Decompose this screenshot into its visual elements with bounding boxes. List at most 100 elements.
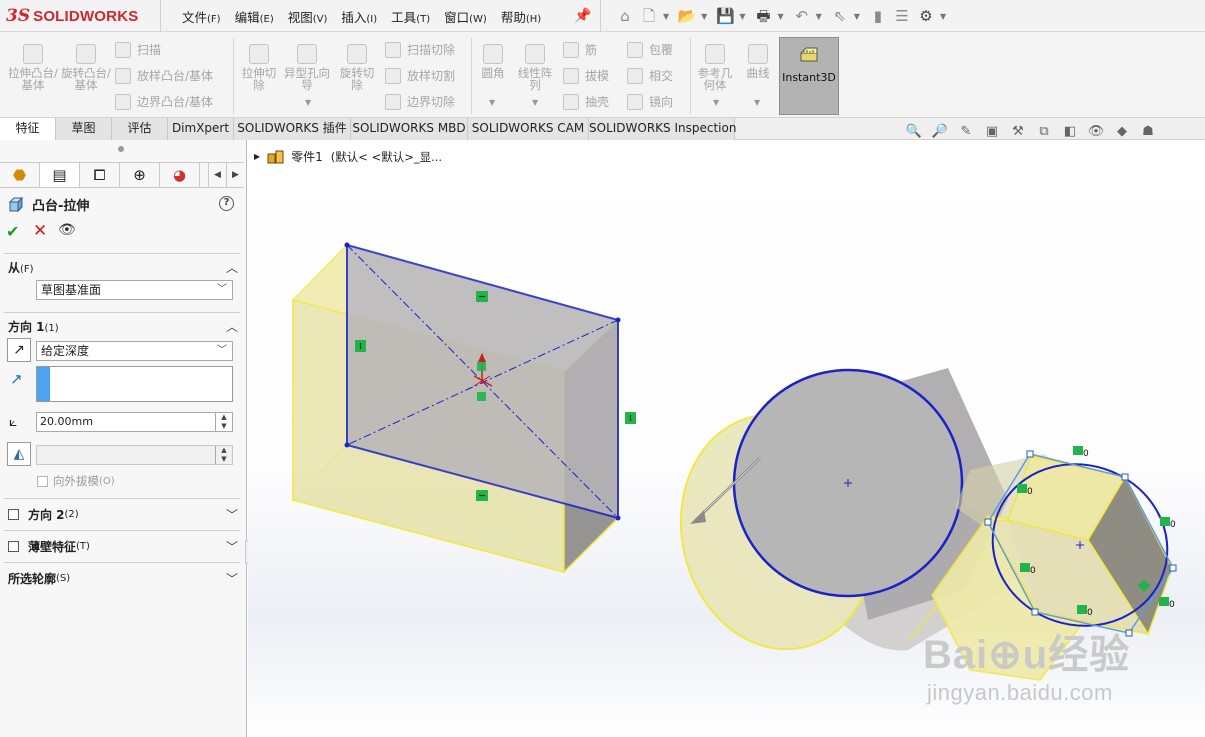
- chevron-down-icon[interactable]: ▼: [713, 98, 719, 107]
- chevron-down-icon[interactable]: ▼: [854, 12, 860, 21]
- draft-button[interactable]: 拔模: [563, 67, 609, 84]
- expand-icon[interactable]: ﹀: [226, 538, 238, 555]
- tab-evaluate[interactable]: 评估: [112, 118, 168, 140]
- extrude-cut-button[interactable]: 拉伸切除: [237, 44, 281, 91]
- previous-view-icon[interactable]: ✎: [957, 123, 975, 141]
- direction-selection-box[interactable]: [36, 366, 233, 402]
- dynamic-annotation-icon[interactable]: ⚒: [1009, 123, 1027, 141]
- boundary-cut-button[interactable]: 边界切除: [385, 93, 455, 110]
- tab-dimxpert[interactable]: DimXpert: [168, 118, 234, 140]
- apply-scene-icon[interactable]: ☗: [1139, 123, 1157, 141]
- from-condition-select[interactable]: 草图基准面 ﹀: [36, 280, 233, 300]
- tab-solidworks-inspection[interactable]: SOLIDWORKS Inspection: [589, 118, 736, 140]
- collapse-icon[interactable]: ︿: [226, 318, 238, 335]
- tab-sketch[interactable]: 草图: [56, 118, 112, 140]
- select-icon[interactable]: ⇖: [830, 7, 850, 25]
- menu-file[interactable]: 文件(F): [182, 7, 221, 26]
- cancel-button[interactable]: ✕: [33, 221, 47, 241]
- zoom-to-fit-icon[interactable]: 🔍: [905, 123, 923, 141]
- checkbox[interactable]: [8, 541, 19, 552]
- sweep-button[interactable]: 扫描: [115, 41, 161, 58]
- fillet-button[interactable]: 圆角: [476, 44, 510, 79]
- edit-appearance-icon[interactable]: ◆: [1113, 123, 1131, 141]
- direction1-section-header[interactable]: 方向 1(1): [8, 318, 59, 335]
- checkbox[interactable]: [8, 509, 19, 520]
- revolve-boss-button[interactable]: 旋转凸台/基体: [61, 44, 111, 91]
- extrude-boss-button[interactable]: 拉伸凸台/基体: [8, 44, 58, 91]
- wrap-button[interactable]: 包覆: [627, 41, 673, 58]
- tab-feature-manager[interactable]: ⬣: [0, 163, 40, 187]
- chevron-down-icon[interactable]: ▼: [489, 98, 495, 107]
- tab-solidworks-cam[interactable]: SOLIDWORKS CAM: [468, 118, 589, 140]
- ok-button[interactable]: ✔: [6, 222, 19, 241]
- chevron-down-icon[interactable]: ▼: [777, 12, 783, 21]
- detailed-preview-button[interactable]: 👁: [58, 222, 76, 238]
- thin-feature-checkbox[interactable]: 薄壁特征 (T): [8, 538, 90, 555]
- graphics-area[interactable]: 0 0 0 0 0 0 ▶ 零件1 (默认< <默认>_显... Bai⊕u经验…: [248, 140, 1205, 737]
- menu-insert[interactable]: 插入(I): [341, 7, 377, 26]
- menu-window[interactable]: 窗口(W): [444, 7, 487, 26]
- expand-icon[interactable]: ﹀: [226, 506, 238, 523]
- from-section-header[interactable]: 从(F): [8, 259, 34, 276]
- boundary-boss-button[interactable]: 边界凸台/基体: [115, 93, 213, 110]
- rebuild-icon[interactable]: ▮: [868, 7, 888, 25]
- tab-property-manager[interactable]: ▤: [40, 163, 80, 187]
- collapse-icon[interactable]: ︿: [226, 259, 238, 276]
- tab-solidworks-addins[interactable]: SOLIDWORKS 插件: [234, 118, 351, 140]
- tab-configuration-manager[interactable]: ⧠: [80, 163, 120, 187]
- end-condition-select[interactable]: 给定深度 ﹀: [36, 341, 233, 361]
- tab-features[interactable]: 特征: [0, 118, 56, 140]
- feature-tree-flyout[interactable]: ▶ 零件1 (默认< <默认>_显...: [254, 148, 442, 165]
- pin-menu-icon[interactable]: 📌: [574, 8, 591, 24]
- scroll-right-icon[interactable]: ▶: [226, 163, 244, 187]
- menu-view[interactable]: 视图(V): [288, 7, 328, 26]
- tab-display-manager[interactable]: ◕: [160, 163, 200, 187]
- tab-dimxpert-manager[interactable]: ⊕: [120, 163, 160, 187]
- expand-icon[interactable]: ﹀: [226, 570, 238, 587]
- chevron-down-icon[interactable]: ▼: [754, 98, 760, 107]
- zoom-to-area-icon[interactable]: 🔎: [931, 123, 949, 141]
- open-icon[interactable]: 📂: [677, 7, 697, 25]
- depth-input[interactable]: 20.00mm ▲ ▼: [36, 412, 233, 432]
- file-properties-icon[interactable]: ☰: [892, 7, 912, 25]
- linear-pattern-button[interactable]: 线性阵列: [514, 44, 556, 91]
- chevron-down-icon[interactable]: ▼: [940, 12, 946, 21]
- loft-boss-button[interactable]: 放样凸台/基体: [115, 67, 213, 84]
- reverse-direction-button[interactable]: ↗: [7, 338, 31, 362]
- new-document-icon[interactable]: 🗋: [639, 7, 659, 25]
- options-icon[interactable]: ⚙: [916, 7, 936, 25]
- hole-wizard-button[interactable]: 异型孔向导: [284, 44, 330, 91]
- sweep-cut-button[interactable]: 扫描切除: [385, 41, 455, 58]
- menu-tools[interactable]: 工具(T): [391, 7, 430, 26]
- solidworks-logo[interactable]: 3S SOLIDWORKS: [6, 3, 154, 29]
- depth-spinner[interactable]: ▲ ▼: [215, 413, 232, 431]
- intersect-button[interactable]: 相交: [627, 67, 673, 84]
- scroll-left-icon[interactable]: ◀: [208, 163, 226, 187]
- chevron-down-icon[interactable]: ▼: [816, 12, 822, 21]
- curves-button[interactable]: 曲线: [741, 44, 775, 79]
- shell-button[interactable]: 抽壳: [563, 93, 609, 110]
- rib-button[interactable]: 筋: [563, 41, 597, 58]
- draft-toggle-button[interactable]: ◭: [7, 442, 31, 466]
- chevron-down-icon[interactable]: ▼: [532, 98, 538, 107]
- print-icon[interactable]: 🖶: [753, 7, 773, 25]
- instant3d-button[interactable]: Instant3D: [779, 37, 839, 115]
- selected-contours-section-header[interactable]: 所选轮廓 (S): [8, 570, 70, 587]
- save-icon[interactable]: 💾: [715, 7, 735, 25]
- reference-geometry-button[interactable]: 参考几何体: [694, 44, 736, 91]
- chevron-down-icon[interactable]: ▼: [739, 12, 745, 21]
- direction2-checkbox[interactable]: 方向 2 (2): [8, 506, 79, 523]
- chevron-down-icon[interactable]: ▼: [305, 98, 311, 107]
- display-style-icon[interactable]: ◧: [1061, 123, 1079, 141]
- help-icon[interactable]: ?: [219, 196, 234, 211]
- menu-edit[interactable]: 编辑(E): [235, 7, 274, 26]
- tab-solidworks-mbd[interactable]: SOLIDWORKS MBD: [351, 118, 468, 140]
- loft-cut-button[interactable]: 放样切割: [385, 67, 455, 84]
- view-orientation-icon[interactable]: ⧉: [1035, 123, 1053, 141]
- hide-show-items-icon[interactable]: 👁: [1087, 123, 1105, 141]
- home-icon[interactable]: ⌂: [615, 7, 635, 25]
- revolve-cut-button[interactable]: 旋转切除: [335, 44, 379, 91]
- undo-icon[interactable]: ↶: [792, 7, 812, 25]
- expand-arrow-icon[interactable]: ▶: [254, 152, 260, 161]
- chevron-down-icon[interactable]: ▼: [663, 12, 669, 21]
